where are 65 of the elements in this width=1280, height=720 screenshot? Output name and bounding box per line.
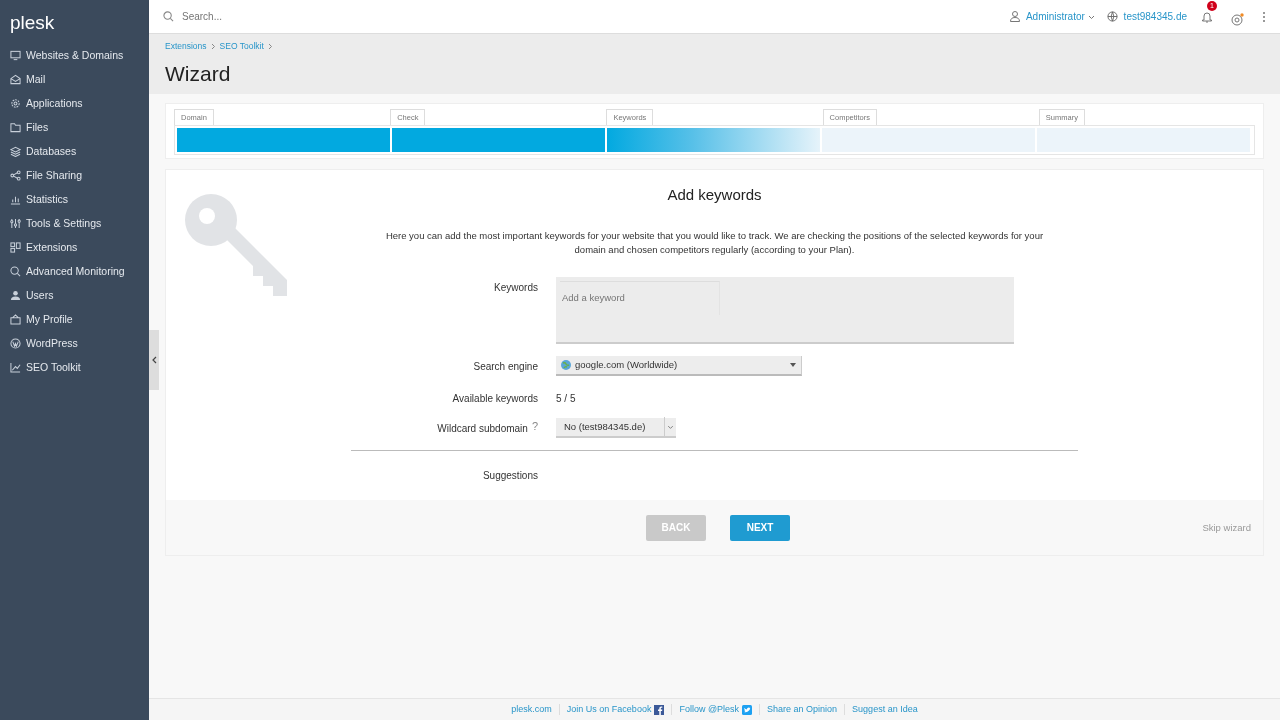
wildcard-select[interactable]: No (test984345.de) [556, 417, 676, 438]
folder-icon [10, 122, 21, 133]
more-icon[interactable] [1262, 10, 1266, 23]
help-icon[interactable]: ? [531, 420, 538, 436]
sidebar-item[interactable]: Extensions [0, 235, 149, 260]
collapse-handle[interactable] [149, 330, 159, 390]
sidebar-item[interactable]: Advanced Monitoring [0, 259, 149, 284]
gear-icon [10, 98, 21, 109]
lifebuoy-icon [1231, 12, 1244, 26]
search-icon [163, 11, 174, 22]
keyword-input[interactable]: Add a keyword [560, 280, 720, 315]
keywords-field[interactable]: Add a keyword [556, 276, 1014, 344]
bird-icon[interactable] [742, 704, 753, 715]
bell-icon[interactable] [1201, 10, 1213, 23]
facebook-icon[interactable] [654, 704, 665, 715]
select-value: No (test984345.de) [564, 419, 647, 434]
share-icon [10, 170, 21, 181]
sidebar-item[interactable]: Applications [0, 91, 149, 116]
form-description: Here you can add the most important keywords for your website that you would like to track. We are checking the positions of the selected keywords for your domain and chosen competitors regularly (according to your Plan). [384, 228, 1045, 257]
sidebar-item[interactable]: Files [0, 115, 149, 140]
chevron-icon [210, 42, 216, 50]
grid-icon [10, 242, 21, 253]
field-label: Suggestions [482, 468, 538, 483]
caret-icon [1087, 14, 1095, 20]
sidebar-item[interactable]: WordPress [0, 331, 149, 356]
dropdown-arrow-icon [790, 362, 796, 367]
person-icon [10, 290, 21, 301]
field-value: 5 / 5 [556, 391, 576, 406]
sidebar-item[interactable]: SEO Toolkit [0, 355, 149, 380]
chevron-icon [151, 356, 157, 364]
domain-link[interactable]: test984345.de [1123, 9, 1187, 24]
chevron-icon [267, 42, 273, 50]
page-title: Wizard [165, 60, 232, 86]
sidebar-item[interactable]: Websites & Domains [0, 43, 149, 68]
sidebar-item[interactable]: Databases [0, 139, 149, 164]
form-title: Add keywords [666, 185, 763, 206]
wordpress-logo-icon [10, 338, 21, 349]
chevron-down-icon [664, 416, 676, 437]
search-engine-select[interactable]: google.com (Worldwide) [556, 355, 802, 376]
envelope-icon [10, 74, 21, 85]
sliders-icon [10, 218, 21, 229]
bar-chart-icon [10, 194, 21, 205]
monitor-icon [10, 50, 21, 61]
person-icon [1009, 11, 1020, 22]
field-label: Wildcard subdomain [437, 421, 528, 436]
globe-icon [1106, 11, 1118, 22]
sidebar-item[interactable]: File Sharing [0, 163, 149, 188]
help-button[interactable] [1231, 10, 1244, 23]
magnifier-icon [10, 266, 21, 277]
select-value: google.com (Worldwide) [575, 357, 679, 372]
layers-icon [10, 146, 21, 157]
user-menu[interactable]: Administrator [1025, 9, 1095, 24]
sidebar-item[interactable]: Tools & Settings [0, 211, 149, 236]
line-chart-icon [10, 362, 21, 373]
key-icon [183, 192, 287, 297]
sidebar-item[interactable]: Mail [0, 67, 149, 92]
sidebar-item[interactable]: My Profile [0, 307, 149, 332]
plesk-logo[interactable]: plesk [0, 0, 65, 44]
id-card-icon [10, 314, 21, 325]
sidebar-item[interactable]: Statistics [0, 187, 149, 212]
field-label: Available keywords [452, 391, 538, 406]
globe-icon [561, 359, 571, 370]
field-label: Keywords [494, 280, 538, 295]
sidebar-item[interactable]: Users [0, 283, 149, 308]
field-label: Search engine [473, 359, 538, 374]
